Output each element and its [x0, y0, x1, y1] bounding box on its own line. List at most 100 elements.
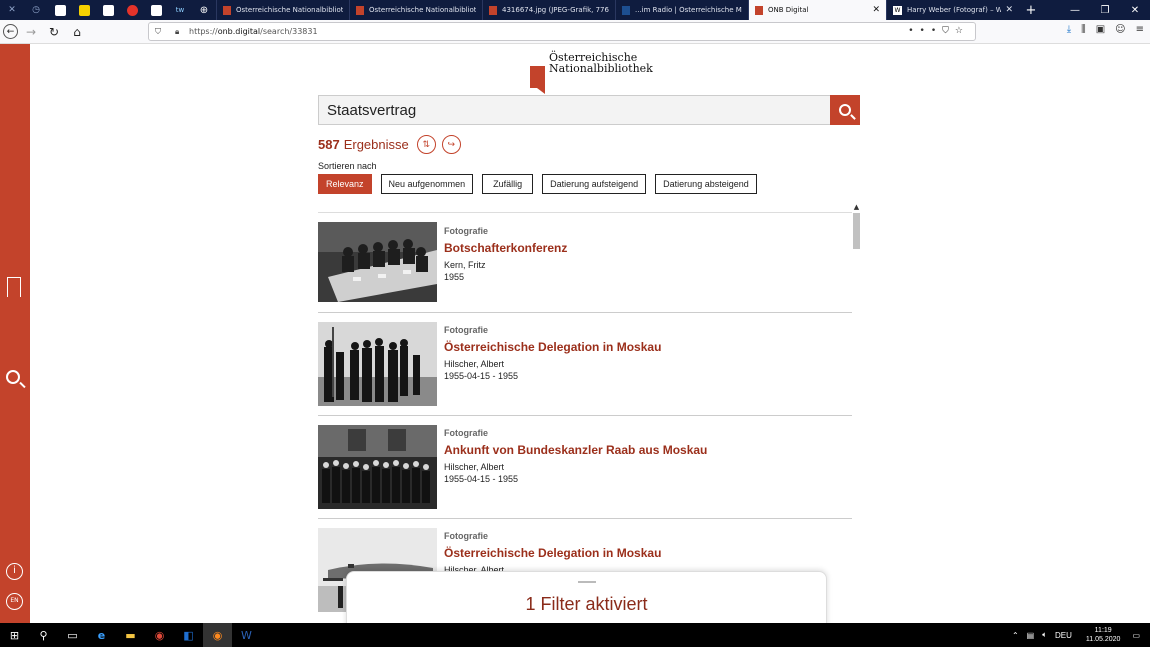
pinned-tab[interactable]: ◷	[24, 0, 48, 20]
home-icon[interactable]: ⌂	[67, 22, 87, 42]
file-explorer-icon[interactable]: ▬	[116, 623, 145, 647]
pinned-tab[interactable]	[96, 0, 120, 20]
close-tab-icon[interactable]: ✕	[1005, 5, 1013, 15]
task-view-icon[interactable]: ▭	[58, 623, 87, 647]
result-count-label: Ergebnisse	[343, 137, 409, 152]
tab-title: Harry Weber (Fotograf) – Wikip	[907, 6, 1001, 14]
firefox-icon[interactable]: ◉	[203, 623, 232, 647]
tab-title: Österreichische Nationalbiblioth	[369, 6, 476, 14]
result-item[interactable]: Fotografie Botschafterkonferenz Kern, Fr…	[318, 213, 852, 313]
sort-relevanz-button[interactable]: Relevanz	[318, 174, 372, 194]
url-path: /search/33831	[260, 27, 318, 36]
sidebar-toggle-icon[interactable]: ▣	[1096, 24, 1105, 35]
sort-datierung-absteigend-button[interactable]: Datierung absteigend	[655, 174, 757, 194]
result-title-link[interactable]: Österreichische Delegation in Moskau	[444, 340, 661, 354]
language-switch-button[interactable]: EN	[6, 593, 23, 610]
new-tab-button[interactable]: +	[1019, 3, 1043, 18]
tab-title: ÖNB Digital	[768, 6, 809, 14]
mediathek-favicon-icon	[622, 5, 630, 15]
search-bar	[318, 95, 860, 125]
result-meta: Fotografie Botschafterkonferenz Kern, Fr…	[444, 226, 567, 282]
search-icon[interactable]: ⚲	[29, 623, 58, 647]
filter-drawer[interactable]: 1 Filter aktiviert	[346, 571, 827, 631]
result-meta: Fotografie Österreichische Delegation in…	[444, 325, 661, 381]
tray-chevron-icon[interactable]: ⌃	[1012, 631, 1019, 640]
pinned-tab[interactable]	[48, 0, 72, 20]
sort-options: Relevanz Neu aufgenommen Zufällig Datier…	[318, 174, 766, 194]
reload-icon[interactable]: ↻	[44, 22, 64, 42]
result-title-link[interactable]: Österreichische Delegation in Moskau	[444, 546, 661, 560]
result-item[interactable]: Fotografie Ankunft von Bundeskanzler Raa…	[318, 416, 852, 519]
browser-tab[interactable]: Österreichische Nationalbiblioth	[216, 0, 349, 20]
result-title-link[interactable]: Ankunft von Bundeskanzler Raab aus Moska…	[444, 443, 707, 457]
result-title-link[interactable]: Botschafterkonferenz	[444, 241, 567, 255]
drawer-handle-icon[interactable]	[578, 581, 596, 583]
window-controls: — ❐ ✕	[1060, 0, 1150, 20]
volume-icon[interactable]: 🔈︎	[1042, 630, 1047, 640]
sort-datierung-aufsteigend-button[interactable]: Datierung aufsteigend	[542, 174, 647, 194]
onb-favicon-icon	[755, 5, 763, 15]
extension-icon[interactable]: ☺	[1115, 24, 1125, 35]
back-icon[interactable]: ←	[3, 24, 18, 39]
address-bar[interactable]: ⛉ 🔒︎ https://onb.digital/search/33831 ••…	[148, 22, 976, 41]
minimize-icon[interactable]: —	[1060, 0, 1090, 20]
sort-zufaellig-button[interactable]: Zufällig	[482, 174, 534, 194]
pinned-tab[interactable]	[120, 0, 144, 20]
pinned-tab[interactable]: tw	[168, 0, 192, 20]
windows-start-icon[interactable]: ⊞	[0, 623, 29, 647]
chrome-icon[interactable]: ◉	[145, 623, 174, 647]
results-list: Fotografie Botschafterkonferenz Kern, Fr…	[318, 212, 852, 623]
close-tab-icon[interactable]: ✕	[872, 5, 880, 15]
language-indicator[interactable]: DEU	[1055, 631, 1072, 640]
menu-icon[interactable]: ≡	[1136, 24, 1144, 35]
scrollbar-thumb[interactable]	[853, 213, 860, 249]
browser-tab[interactable]: ...im Radio | Österreichische M	[615, 0, 748, 20]
download-icon[interactable]: ⤓	[1067, 24, 1071, 35]
close-window-icon[interactable]: ✕	[1120, 0, 1150, 20]
pinned-tab[interactable]	[72, 0, 96, 20]
pinned-tab[interactable]: ⊕	[192, 0, 216, 20]
restore-icon[interactable]: ❐	[1090, 0, 1120, 20]
result-thumbnail[interactable]	[318, 322, 437, 406]
result-thumbnail[interactable]	[318, 425, 437, 509]
search-icon[interactable]	[6, 370, 20, 384]
onb-logo[interactable]: Österreichische Nationalbibliothek	[530, 52, 653, 94]
library-icon[interactable]: ⫼	[1081, 24, 1086, 35]
results-scrollbar[interactable]: ▲	[852, 203, 861, 623]
tab-title: Österreichische Nationalbiblioth	[236, 6, 343, 14]
browser-tab-active[interactable]: ÖNB Digital ✕	[748, 0, 886, 20]
tab-title: ...im Radio | Österreichische M	[635, 6, 742, 14]
result-category: Fotografie	[444, 428, 488, 438]
sort-label: Sortieren nach	[318, 161, 377, 171]
pinned-tab[interactable]	[144, 0, 168, 20]
page-actions-icons[interactable]: •••⛉☆	[908, 26, 969, 36]
pinned-tab-icon: ◷	[32, 5, 40, 15]
shield-icon: ⛉	[155, 26, 161, 36]
system-clock[interactable]: 11:19 11.05.2020	[1086, 626, 1121, 644]
bookmark-flag-icon[interactable]	[7, 277, 21, 297]
browser-nav-bar: ← → ↻ ⌂ ⛉ 🔒︎ https://onb.digital/search/…	[0, 20, 1150, 44]
notification-icon[interactable]: ▭	[1132, 631, 1140, 640]
scroll-up-icon[interactable]: ▲	[852, 203, 861, 211]
browser-tab[interactable]: W Harry Weber (Fotograf) – Wikip ✕	[886, 0, 1019, 20]
outlook-icon[interactable]: ◧	[174, 623, 203, 647]
sort-toggle-icon[interactable]: ⇅	[416, 135, 436, 154]
browser-tab-strip: ✕ ◷ tw ⊕ Österreichische Nationalbibliot…	[0, 0, 1150, 20]
edge-icon[interactable]: e	[87, 623, 116, 647]
pinned-tab[interactable]: ✕	[0, 0, 24, 20]
browser-tab[interactable]: 4316674.jpg (JPEG-Grafik, 776 ×	[482, 0, 615, 20]
filter-status-text[interactable]: 1 Filter aktiviert	[347, 594, 826, 615]
result-category: Fotografie	[444, 325, 488, 335]
result-item[interactable]: Fotografie Österreichische Delegation in…	[318, 313, 852, 416]
browser-tab[interactable]: Österreichische Nationalbiblioth	[349, 0, 482, 20]
forward-icon[interactable]: →	[21, 22, 41, 42]
word-icon[interactable]: W	[232, 623, 261, 647]
info-icon[interactable]: i	[6, 563, 23, 580]
sort-neu-aufgenommen-button[interactable]: Neu aufgenommen	[380, 174, 474, 194]
onb-logo-mark-icon	[530, 66, 545, 94]
share-icon[interactable]: ↪	[441, 135, 461, 154]
network-icon[interactable]: ▤	[1027, 631, 1035, 640]
search-button[interactable]	[830, 95, 860, 125]
search-input[interactable]	[318, 95, 830, 125]
result-thumbnail[interactable]	[318, 222, 437, 302]
